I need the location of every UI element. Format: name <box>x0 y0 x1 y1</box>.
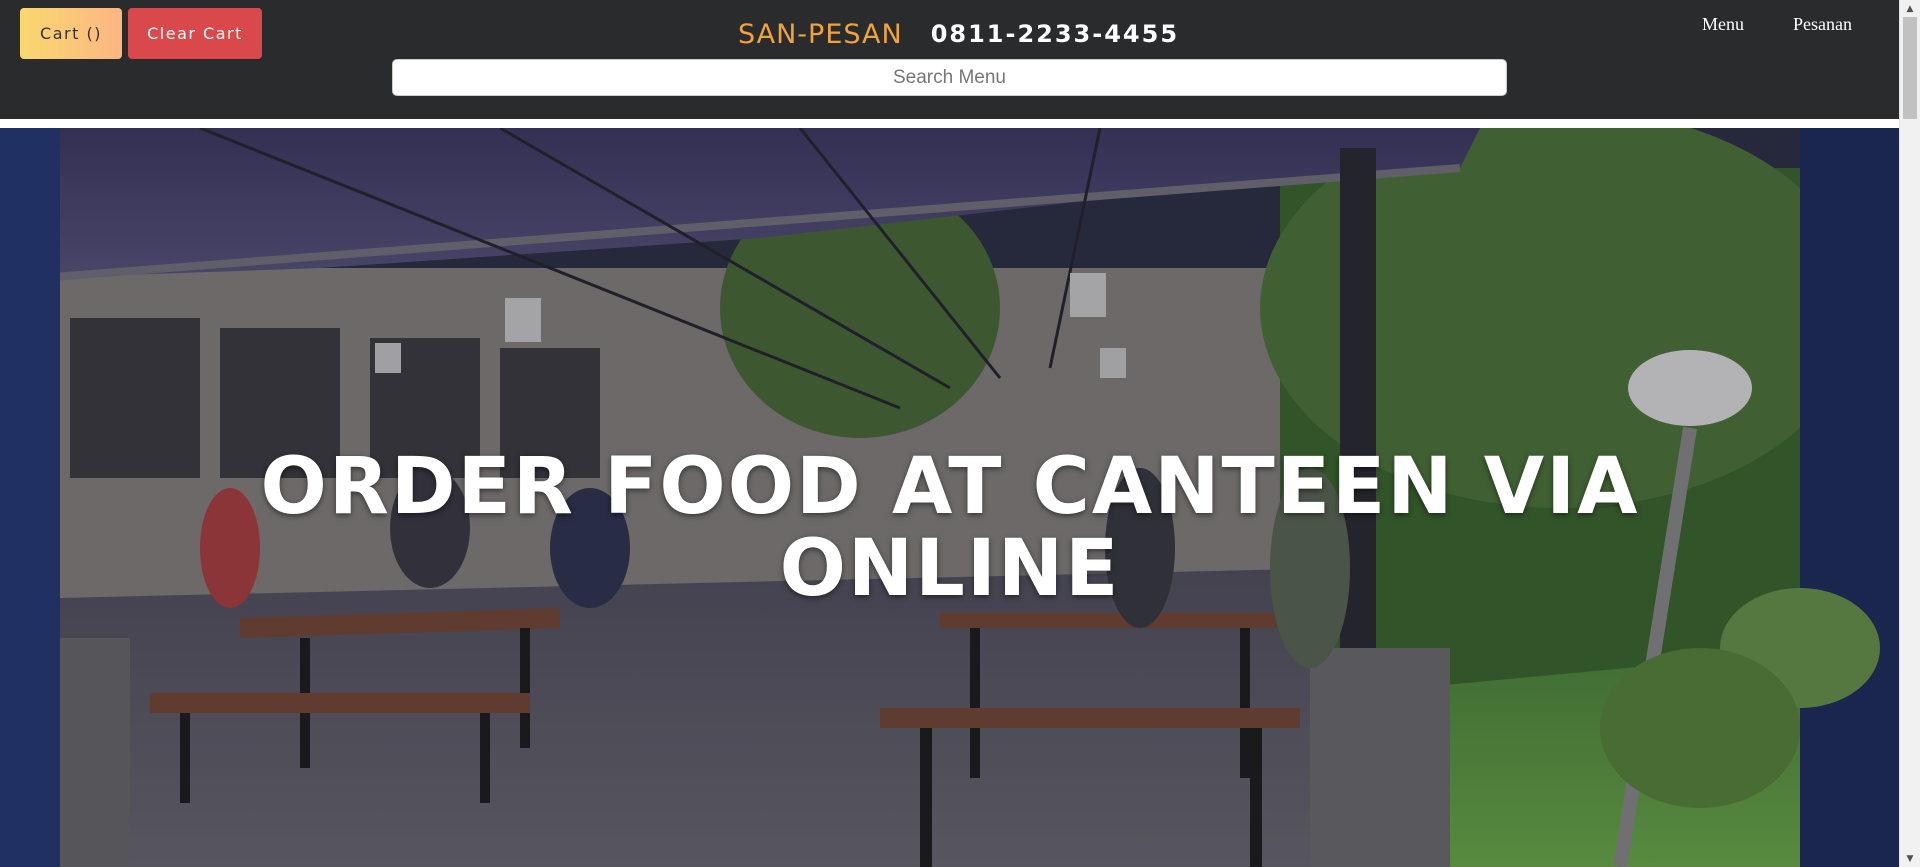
clear-cart-button[interactable]: Clear Cart <box>128 8 262 59</box>
triangle-down-icon[interactable]: ▼ <box>1900 850 1920 867</box>
brand-name: SAN-PESAN <box>738 18 903 50</box>
cart-button[interactable]: Cart () <box>20 8 122 59</box>
top-header: Cart () Clear Cart SAN-PESAN 0811-2233-4… <box>0 0 1899 119</box>
search-input[interactable] <box>392 59 1507 96</box>
nav-link-menu[interactable]: Menu <box>1702 14 1744 38</box>
hero-title: ORDER FOOD AT CANTEEN VIA ONLINE <box>260 442 1640 614</box>
page-scrollbar[interactable]: ▲ ▼ <box>1899 0 1920 867</box>
nav-link-pesanan[interactable]: Pesanan <box>1793 14 1852 38</box>
phone-number: 0811-2233-4455 <box>930 20 1180 48</box>
brand: SAN-PESAN 0811-2233-4455 <box>738 14 1179 54</box>
hero-banner: ORDER FOOD AT CANTEEN VIA ONLINE <box>0 128 1899 867</box>
scrollbar-thumb[interactable] <box>1903 17 1917 119</box>
triangle-up-icon[interactable]: ▲ <box>1900 0 1920 17</box>
